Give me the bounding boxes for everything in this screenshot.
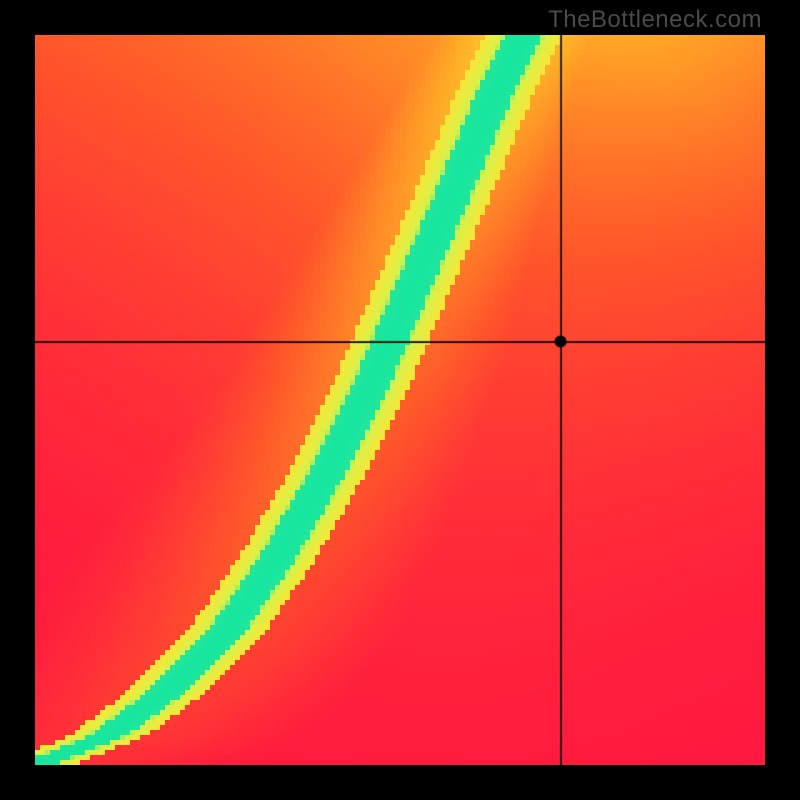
watermark-text: TheBottleneck.com: [548, 6, 762, 34]
chart-container: TheBottleneck.com: [0, 0, 800, 800]
overlay-canvas: [35, 35, 765, 765]
